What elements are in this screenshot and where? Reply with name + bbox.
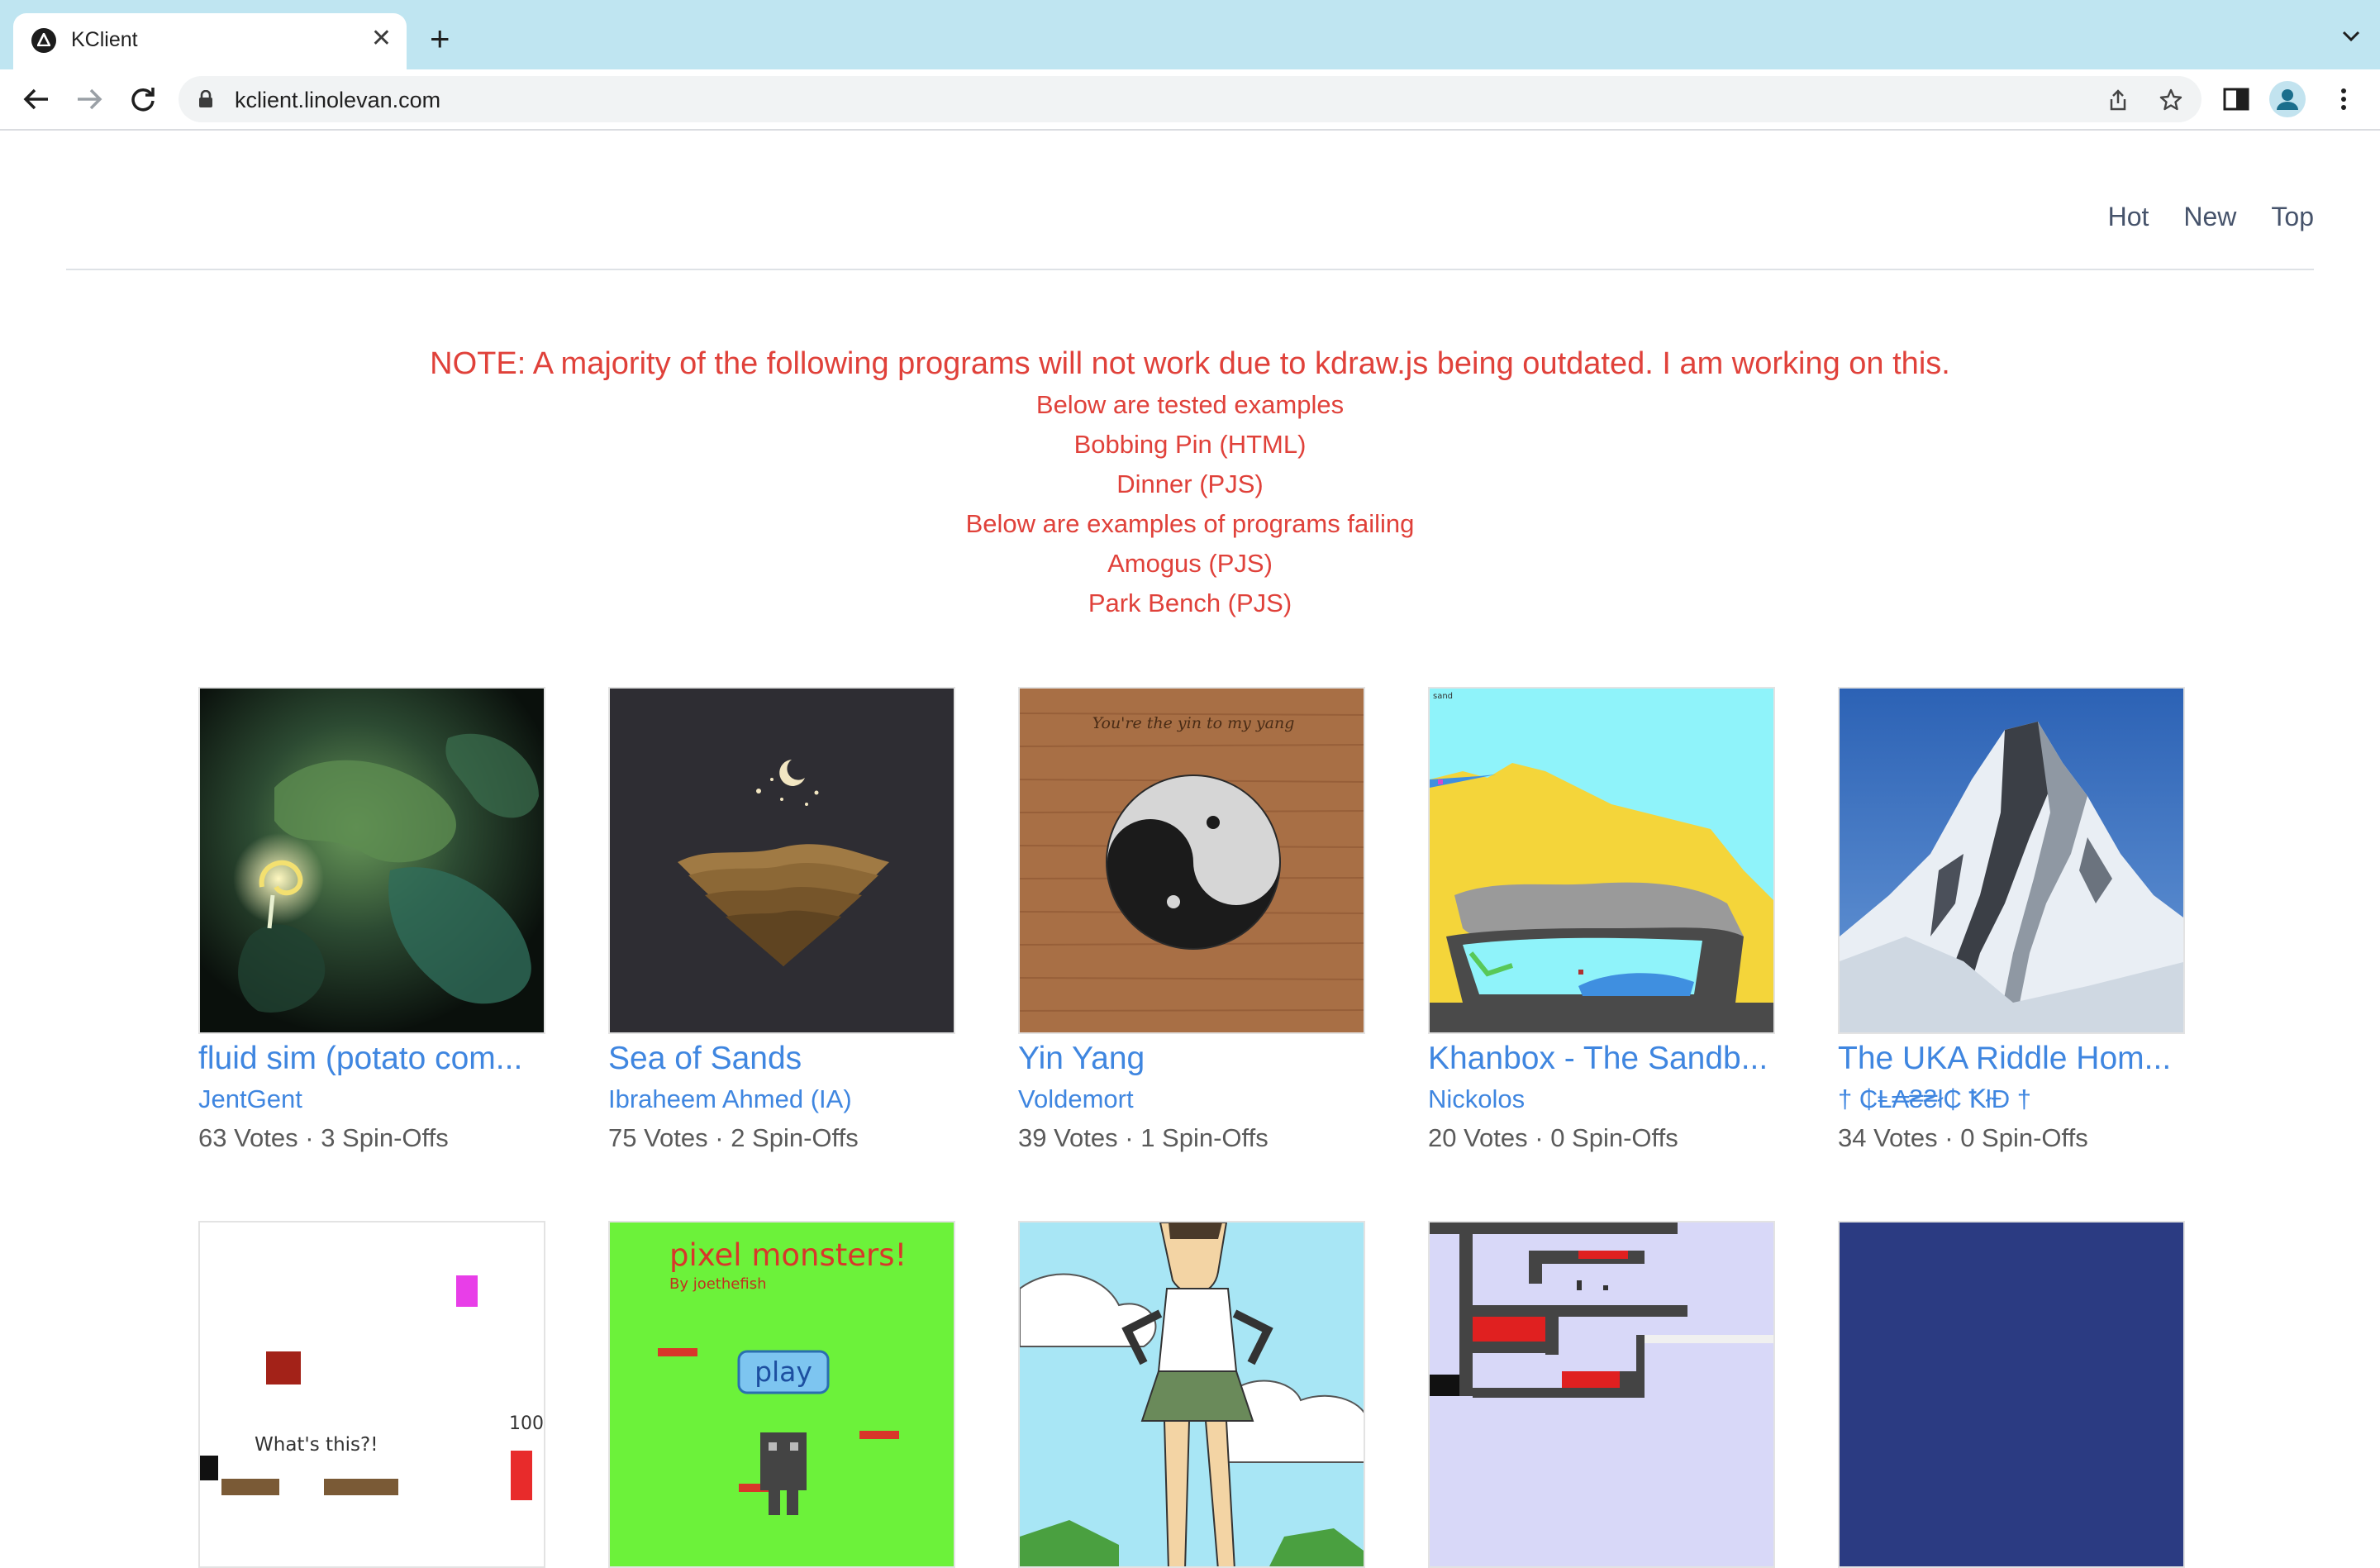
bookmark-star-icon[interactable] <box>2159 88 2183 112</box>
notice-block: NOTE: A majority of the following progra… <box>0 342 2380 623</box>
kclient-favicon-icon <box>31 28 56 53</box>
svg-text:play: play <box>754 1356 812 1388</box>
program-card[interactable] <box>1018 1221 1365 1568</box>
browser-tab[interactable]: KClient ✕ <box>13 13 407 69</box>
program-stats: 39 Votes · 1 Spin-Offs <box>1018 1123 1269 1152</box>
program-thumbnail[interactable]: You're the yin to my yang <box>1018 687 1365 1034</box>
program-stats: 20 Votes · 0 Spin-Offs <box>1428 1123 1678 1152</box>
program-card[interactable] <box>1428 1221 1775 1568</box>
nav-hot-link[interactable]: Hot <box>2108 202 2149 232</box>
tab-search-chevron-icon[interactable] <box>2340 25 2362 46</box>
program-title[interactable]: Sea of Sands <box>608 1037 955 1080</box>
program-card[interactable]: What's this?! 100 <box>198 1221 545 1568</box>
header-divider <box>66 269 2314 270</box>
new-tab-button[interactable]: + <box>430 21 450 56</box>
svg-text:What's this?!: What's this?! <box>255 1434 378 1456</box>
page-content: Hot New Top NOTE: A majority of the foll… <box>0 131 2380 1568</box>
program-thumbnail[interactable] <box>1838 687 2185 1034</box>
nav-new-link[interactable]: New <box>2183 202 2236 232</box>
browser-toolbar: kclient.linolevan.com <box>0 69 2380 131</box>
program-card[interactable]: Sea of Sands Ibraheem Ahmed (IA) 75 Vote… <box>608 687 955 1158</box>
program-card[interactable] <box>1838 1221 2185 1568</box>
tested-heading: Below are tested examples <box>1035 390 1345 419</box>
program-stats: 75 Votes · 2 Spin-Offs <box>608 1123 859 1152</box>
failing-example-link[interactable]: Park Bench (PJS) <box>0 584 2380 623</box>
address-bar[interactable]: kclient.linolevan.com <box>178 76 2202 122</box>
program-thumbnail[interactable] <box>608 687 955 1034</box>
program-title[interactable]: Yin Yang <box>1018 1037 1365 1080</box>
program-card[interactable]: pixel monsters! By joethefish play <box>608 1221 955 1568</box>
program-author[interactable]: † ₵Ⱡ₳₴₴ł₵ ꝀłĐ † <box>1838 1080 2185 1118</box>
nav-top-link[interactable]: Top <box>2271 202 2314 232</box>
tested-example-link[interactable]: Bobbing Pin (HTML) <box>0 425 2380 465</box>
svg-text:You're the yin to my yang: You're the yin to my yang <box>1092 714 1295 732</box>
person-icon <box>2277 89 2298 110</box>
profile-avatar[interactable] <box>2269 81 2306 117</box>
kebab-menu-icon[interactable] <box>2329 84 2359 114</box>
url-text[interactable]: kclient.linolevan.com <box>235 88 440 113</box>
back-arrow-icon[interactable] <box>20 83 53 116</box>
program-thumbnail[interactable]: sand <box>1428 687 1775 1034</box>
failing-heading: Below are examples of programs failing <box>965 509 1415 538</box>
svg-text:sand: sand <box>1433 692 1453 701</box>
program-title[interactable]: Khanbox - The Sandb... <box>1428 1037 1775 1080</box>
reload-icon[interactable] <box>126 83 159 116</box>
svg-text:100: 100 <box>509 1413 544 1434</box>
program-card[interactable]: The UKA Riddle Hom... † ₵Ⱡ₳₴₴ł₵ ꝀłĐ † 34… <box>1838 687 2185 1158</box>
share-icon[interactable] <box>2106 88 2130 112</box>
program-card[interactable]: fluid sim (potato com... JentGent 63 Vot… <box>198 687 545 1158</box>
program-thumbnail[interactable] <box>1838 1221 2185 1568</box>
program-author[interactable]: Voldemort <box>1018 1080 1365 1118</box>
program-stats: 63 Votes · 3 Spin-Offs <box>198 1123 449 1152</box>
tested-example-link[interactable]: Dinner (PJS) <box>0 465 2380 504</box>
program-title[interactable]: fluid sim (potato com... <box>198 1037 545 1080</box>
program-title[interactable]: The UKA Riddle Hom... <box>1838 1037 2185 1080</box>
tab-strip: KClient ✕ + <box>0 0 2380 69</box>
forward-arrow-icon[interactable] <box>73 83 106 116</box>
program-author[interactable]: Nickolos <box>1428 1080 1775 1118</box>
program-thumbnail[interactable]: pixel monsters! By joethefish play <box>608 1221 955 1568</box>
program-thumbnail[interactable] <box>1428 1221 1775 1568</box>
program-card[interactable]: sand Khanbox - The Sandb... Nickolos 20 … <box>1428 687 1775 1158</box>
tab-close-icon[interactable]: ✕ <box>371 26 392 51</box>
side-panel-icon[interactable] <box>2221 84 2251 114</box>
program-thumbnail[interactable] <box>198 687 545 1034</box>
sort-nav: Hot New Top <box>2108 202 2314 232</box>
notice-main: NOTE: A majority of the following progra… <box>430 346 1950 381</box>
program-author[interactable]: JentGent <box>198 1080 545 1118</box>
program-stats: 34 Votes · 0 Spin-Offs <box>1838 1123 2088 1152</box>
failing-example-link[interactable]: Amogus (PJS) <box>0 544 2380 584</box>
program-thumbnail[interactable]: What's this?! 100 <box>198 1221 545 1568</box>
tab-title: KClient <box>71 28 138 51</box>
program-author[interactable]: Ibraheem Ahmed (IA) <box>608 1080 955 1118</box>
program-card[interactable]: You're the yin to my yang Yin Yang Volde… <box>1018 687 1365 1158</box>
svg-text:pixel monsters!: pixel monsters! <box>669 1237 907 1273</box>
svg-text:By joethefish: By joethefish <box>669 1275 766 1293</box>
lock-icon[interactable] <box>198 90 213 108</box>
program-thumbnail[interactable] <box>1018 1221 1365 1568</box>
